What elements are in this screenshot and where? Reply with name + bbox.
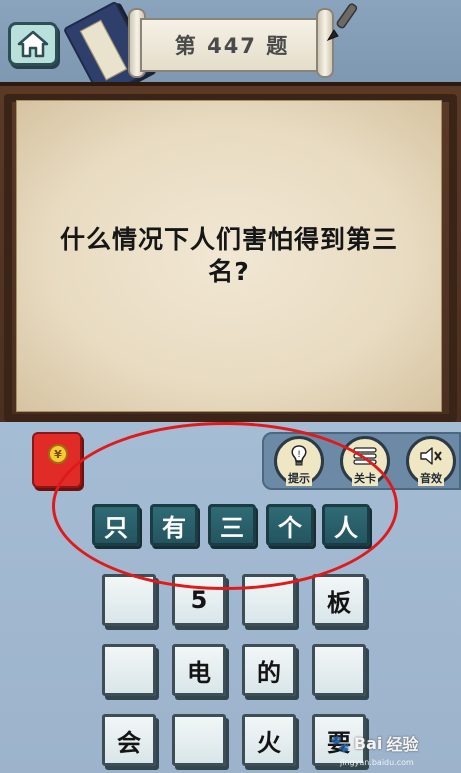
speaker-mute-icon [418, 444, 444, 468]
option-tile[interactable] [312, 644, 366, 696]
level-scroll: 第 447 题 [140, 18, 324, 72]
brush-icon [326, 3, 358, 42]
level-title: 第 447 题 [174, 34, 290, 58]
levels-button[interactable]: 关卡 [340, 436, 390, 486]
home-icon [17, 30, 49, 58]
option-tile[interactable] [242, 574, 296, 626]
watermark-text: 经验 [386, 735, 419, 754]
baidu-watermark: 🐾 Bai 经验 [330, 728, 458, 758]
sound-button[interactable]: 音效 [406, 436, 456, 486]
option-tile[interactable]: 板 [312, 574, 366, 626]
svg-text:!: ! [297, 450, 301, 460]
level-list-icon [352, 444, 378, 468]
watermark-url: jingyan.baidu.com [340, 758, 414, 767]
option-tile[interactable]: 5 [172, 574, 226, 626]
answer-tile[interactable]: 只 [92, 504, 140, 546]
answer-tile[interactable]: 人 [322, 504, 370, 546]
hint-button[interactable]: ! 提示 [274, 436, 324, 486]
answer-tile[interactable]: 有 [150, 504, 198, 546]
levels-label: 关卡 [352, 470, 378, 486]
option-tile[interactable]: 会 [102, 714, 156, 766]
option-tile[interactable]: 电 [172, 644, 226, 696]
coin-icon: ¥ [48, 444, 68, 464]
option-tile[interactable] [102, 574, 156, 626]
option-tile[interactable]: 火 [242, 714, 296, 766]
sound-label: 音效 [418, 470, 444, 486]
watermark-brand: Bai [353, 733, 383, 753]
option-tile[interactable] [172, 714, 226, 766]
hint-label: 提示 [286, 470, 312, 486]
answer-tile[interactable]: 个 [266, 504, 314, 546]
option-tile[interactable] [102, 644, 156, 696]
baidu-paw-icon: 🐾 [330, 733, 350, 753]
red-packet-button[interactable]: ¥ [32, 432, 82, 488]
lightbulb-icon: ! [286, 444, 312, 468]
answer-tile[interactable]: 三 [208, 504, 256, 546]
home-button[interactable] [8, 22, 58, 66]
book-label [79, 19, 128, 81]
option-tile[interactable]: 的 [242, 644, 296, 696]
question-paper: 什么情况下人们害怕得到第三名? [16, 100, 442, 412]
question-text: 什么情况下人们害怕得到第三名? [59, 225, 398, 286]
